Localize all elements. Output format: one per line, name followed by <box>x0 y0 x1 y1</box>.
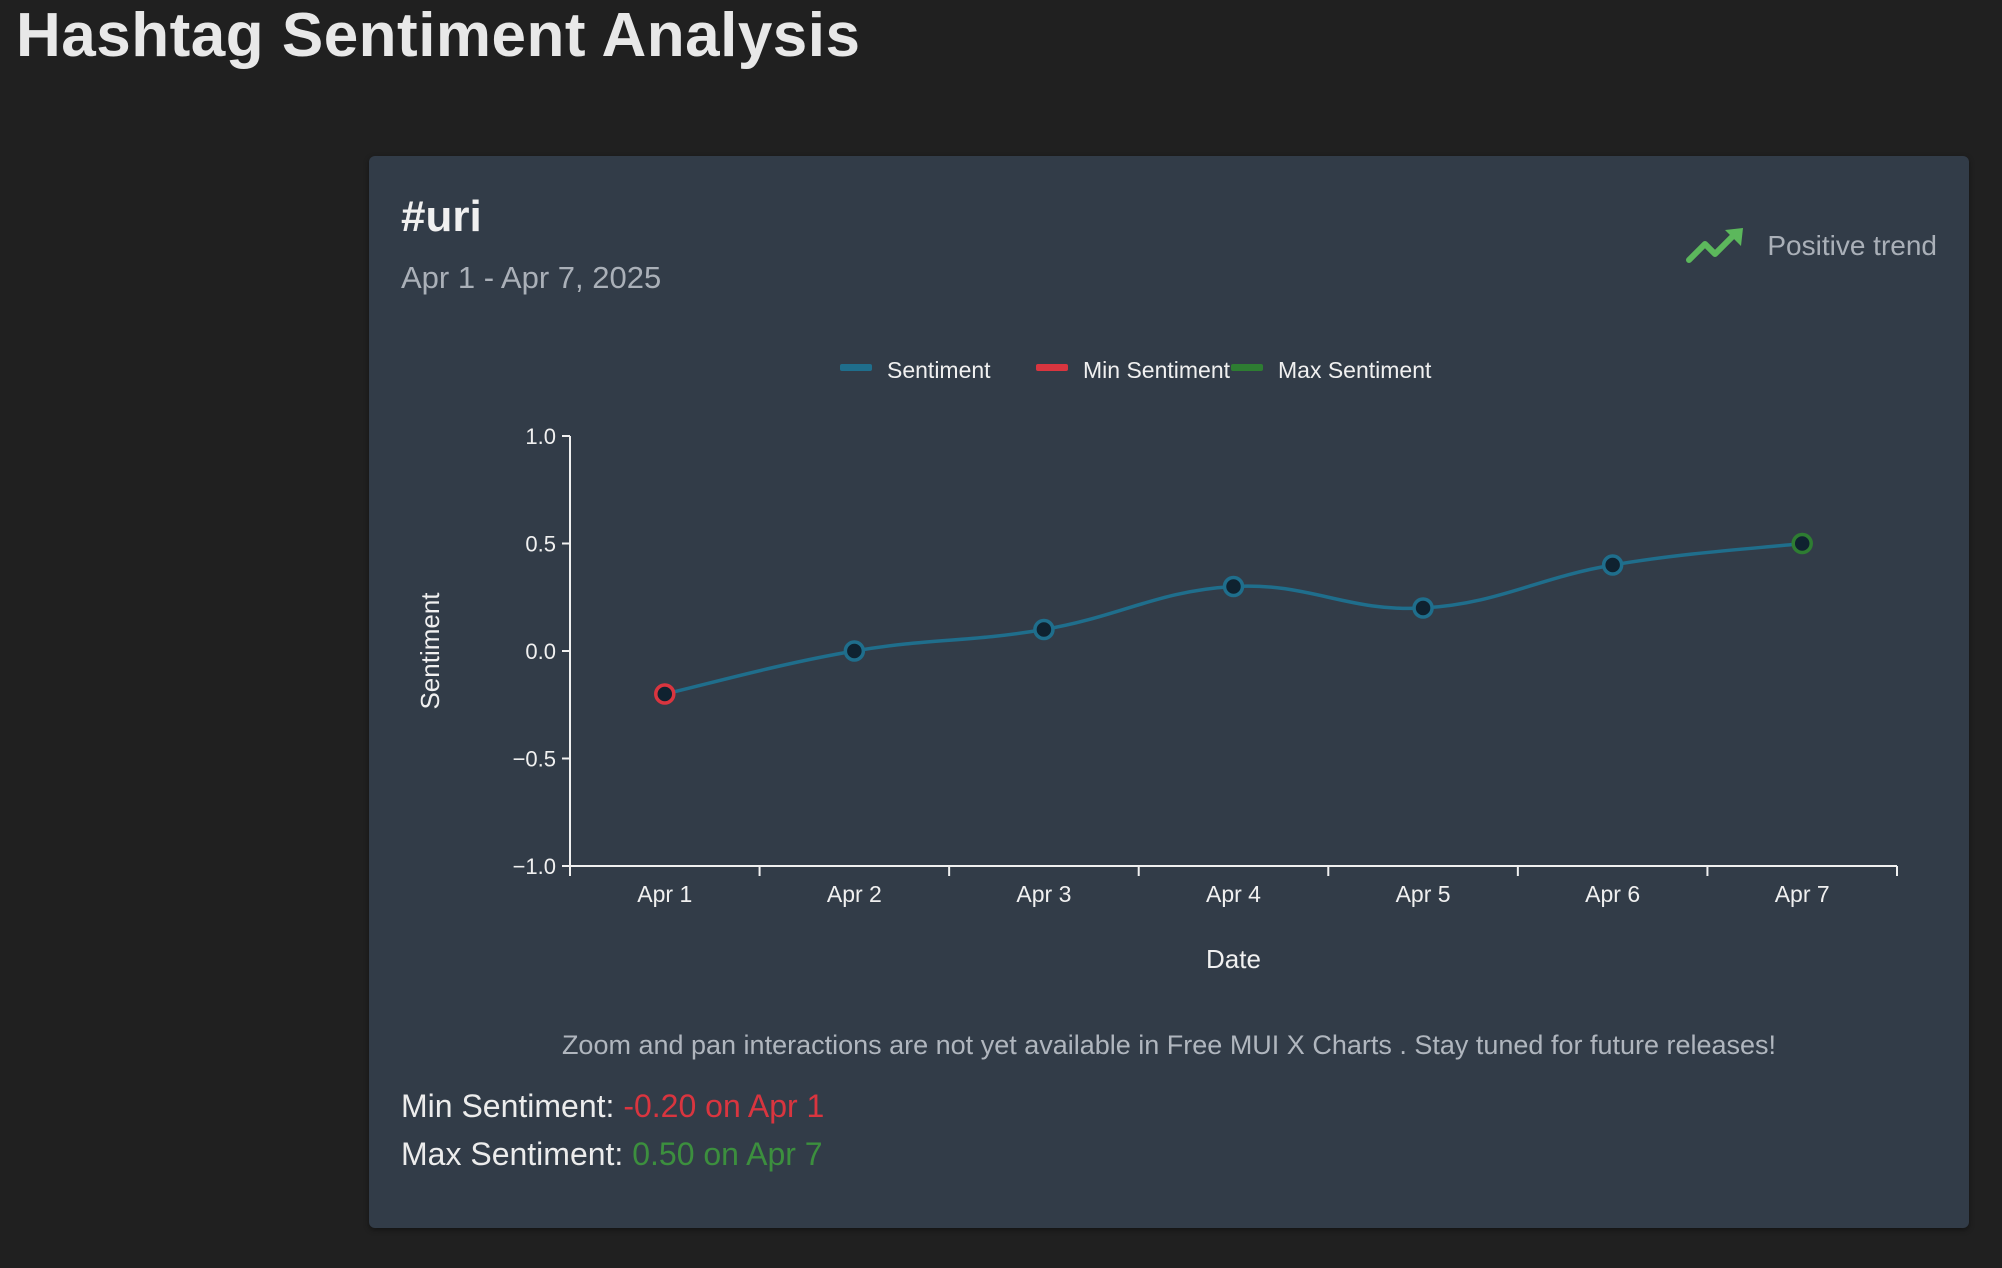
max-sentiment-line: Max Sentiment: 0.50 on Apr 7 <box>401 1136 823 1173</box>
y-tick-label: −0.5 <box>513 747 556 772</box>
y-tick-label: 0.0 <box>525 639 556 664</box>
y-tick-label: −1.0 <box>513 854 556 879</box>
x-tick-label: Apr 1 <box>637 881 692 907</box>
max-sentiment-label: Max Sentiment: <box>401 1136 624 1172</box>
sentiment-series-line <box>664 541 1803 696</box>
x-tick-label: Apr 4 <box>1206 881 1261 907</box>
sentiment-point <box>1033 618 1055 641</box>
sentiment-point <box>1601 554 1624 576</box>
x-tick-label: Apr 7 <box>1775 881 1830 907</box>
y-tick-label: 1.0 <box>525 424 556 449</box>
max-sentiment-point <box>1791 532 1813 555</box>
x-tick-label: Apr 6 <box>1585 881 1640 907</box>
sentiment-point <box>843 640 866 662</box>
legend-swatch-min-sentiment <box>1036 364 1068 371</box>
x-axis-title: Date <box>1206 944 1261 974</box>
sentiment-card: #uri Apr 1 - Apr 7, 2025 Positive trend … <box>369 156 1969 1228</box>
y-tick-label: 0.5 <box>525 532 556 557</box>
x-tick-label: Apr 2 <box>827 881 882 907</box>
legend-swatch-sentiment <box>840 364 872 371</box>
zoom-note: Zoom and pan interactions are not yet av… <box>561 1030 1777 1060</box>
sentiment-point <box>1222 575 1245 598</box>
x-tick-label: Apr 3 <box>1016 881 1071 907</box>
min-sentiment-point <box>654 683 676 705</box>
legend-swatch-max-sentiment <box>1231 364 1263 371</box>
x-tick-label: Apr 5 <box>1396 881 1451 907</box>
legend-label-min-sentiment: Min Sentiment <box>1083 357 1231 383</box>
sentiment-point <box>1412 597 1434 619</box>
sentiment-line-chart: Sentiment Min Sentiment Max Sentiment 1.0 0.… <box>415 357 1898 974</box>
min-sentiment-value: -0.20 on Apr 1 <box>623 1088 825 1124</box>
legend-label-sentiment: Sentiment <box>887 357 991 383</box>
page-title: Hashtag Sentiment Analysis <box>16 1 861 70</box>
min-sentiment-label: Min Sentiment: <box>401 1088 615 1124</box>
max-sentiment-value: 0.50 on Apr 7 <box>632 1136 823 1172</box>
y-axis-title: Sentiment <box>415 592 445 710</box>
min-sentiment-line: Min Sentiment: -0.20 on Apr 1 <box>401 1088 824 1125</box>
legend-label-max-sentiment: Max Sentiment <box>1278 357 1432 383</box>
